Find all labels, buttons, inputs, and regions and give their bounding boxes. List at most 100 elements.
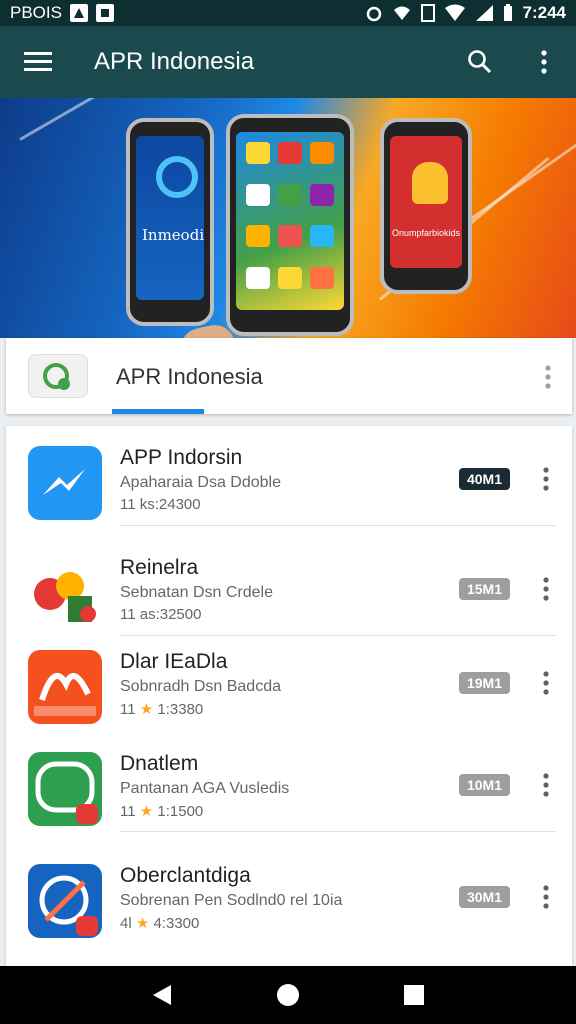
list-item[interactable]: APP Indorsin Apaharaia Dsa Ddoble 11 ks:… xyxy=(6,426,572,526)
game-art-icon xyxy=(34,572,96,622)
app-grid-icon xyxy=(278,225,302,247)
divider xyxy=(120,525,556,526)
chat-bubble-icon xyxy=(43,363,70,390)
page-title: APR Indonesia xyxy=(94,48,255,75)
app-grid-icon xyxy=(246,225,270,247)
recents-icon[interactable] xyxy=(403,984,425,1006)
system-nav-bar xyxy=(0,966,576,1024)
promo-banner[interactable]: Inmeodie Onumpfarbiokids xyxy=(0,98,576,338)
phone-right-text: Onumpfarbiokids xyxy=(392,228,461,238)
app-subtitle: Sobrenan Pen Sodlnd0 rel 10ia xyxy=(120,892,343,909)
menu-icon xyxy=(24,52,52,71)
clock: 7:244 xyxy=(522,3,566,22)
status-left: PBOIS xyxy=(10,3,114,23)
aitc-logo-icon xyxy=(35,761,98,824)
item-more-button[interactable] xyxy=(542,466,550,497)
developer-name: APR Indonesia xyxy=(116,364,263,389)
alarm-icon xyxy=(366,6,381,22)
star-icon: ★ xyxy=(135,915,150,932)
app-grid-icon xyxy=(278,183,302,206)
more-vert-icon xyxy=(543,671,549,695)
banner-phone-right: Onumpfarbiokids xyxy=(380,118,472,294)
status-right: 7:244 xyxy=(365,3,566,23)
developer-logo-icon xyxy=(28,354,88,398)
notification-icon xyxy=(95,4,114,22)
search-icon xyxy=(468,50,492,74)
list-item[interactable]: Oberclantdiga Sobrenan Pen Sodlnd0 rel 1… xyxy=(6,844,572,944)
more-vert-icon xyxy=(543,467,549,491)
tools-icon xyxy=(28,864,102,938)
signal-icon xyxy=(444,4,465,21)
list-item[interactable]: Dnatlem Pantanan AGA Vusledis 11 ★ 1:150… xyxy=(6,732,572,832)
app-grid-icon xyxy=(310,183,334,206)
app-title: Dlar IEaDla xyxy=(120,650,228,673)
phone-screen xyxy=(236,132,344,310)
app-meta: 11 ★ 1:3380 xyxy=(120,701,204,718)
app-grid-icon xyxy=(246,266,270,289)
developer-more-button[interactable] xyxy=(544,364,552,395)
lightning-icon xyxy=(43,469,85,495)
size-badge: 15M1 xyxy=(458,578,510,600)
app-subtitle: Apaharaia Dsa Ddoble xyxy=(120,474,281,491)
phone-screen: Onumpfarbiokids xyxy=(390,136,462,268)
item-more-button[interactable] xyxy=(542,670,550,701)
search-button[interactable] xyxy=(448,26,512,98)
star-icon: ★ xyxy=(139,803,154,820)
app-grid-icon xyxy=(278,266,302,289)
banner-phone-center xyxy=(226,114,354,336)
item-more-button[interactable] xyxy=(542,772,550,803)
menu-button[interactable] xyxy=(0,26,76,98)
android-icon xyxy=(412,162,448,204)
app-grid-icon xyxy=(246,142,270,164)
overflow-menu-button[interactable] xyxy=(512,26,576,98)
home-icon[interactable] xyxy=(275,982,301,1008)
item-more-button[interactable] xyxy=(542,884,550,915)
app-subtitle: Pantanan AGA Vusledis xyxy=(120,780,290,797)
more-vert-icon xyxy=(543,885,549,909)
size-badge: 19M1 xyxy=(458,672,510,694)
more-vert-icon xyxy=(543,773,549,797)
game-icon xyxy=(28,556,102,630)
sim-icon xyxy=(420,4,435,22)
app-meta: 11 ks:24300 xyxy=(120,496,201,513)
phone-left-text: Inmeodie xyxy=(142,226,204,244)
app-subtitle: Sobnradh Dsn Badcda xyxy=(120,678,281,695)
app-toolbar: APR Indonesia xyxy=(0,26,576,98)
list-item[interactable]: Dlar IEaDla Sobnradh Dsn Badcda 11 ★ 1:3… xyxy=(6,630,572,730)
list-item[interactable]: Reinelra Sebnatan Dsn Crdele 11 as:32500… xyxy=(6,536,572,636)
size-badge: 40M1 xyxy=(458,468,510,490)
size-badge: 30M1 xyxy=(458,886,510,908)
brand-icon xyxy=(28,650,102,724)
status-bar: PBOIS 7:244 xyxy=(0,0,576,26)
app-grid-icon xyxy=(310,225,334,247)
size-badge: 10M1 xyxy=(458,774,510,796)
app-grid-icon xyxy=(278,142,302,164)
wifi-icon xyxy=(393,6,410,20)
app-grid-icon xyxy=(310,142,334,164)
app-title: Reinelra xyxy=(120,556,199,579)
divider xyxy=(120,831,556,832)
app-subtitle: Sebnatan Dsn Crdele xyxy=(120,584,273,601)
active-tab-indicator xyxy=(112,409,204,414)
banner-streak xyxy=(469,126,576,221)
app-meta: 11 ★ 1:1500 xyxy=(120,803,204,820)
brand-logo-icon xyxy=(34,673,96,716)
notification-icon xyxy=(69,4,88,22)
search-logo-icon xyxy=(156,156,198,198)
signal-icon xyxy=(475,5,493,21)
app-title: Oberclantdiga xyxy=(120,864,251,887)
status-left-text: PBOIS xyxy=(10,3,62,22)
app-grid-icon xyxy=(246,183,270,206)
developer-card[interactable]: APR Indonesia xyxy=(6,338,572,414)
item-more-button[interactable] xyxy=(542,576,550,607)
banner-phone-left: Inmeodie xyxy=(126,118,214,326)
messenger-icon xyxy=(28,446,102,520)
aitc-icon xyxy=(28,752,102,826)
more-vert-icon xyxy=(543,577,549,601)
phone-screen: Inmeodie xyxy=(136,136,204,300)
tools-logo-icon xyxy=(39,875,98,936)
app-title: Dnatlem xyxy=(120,752,199,775)
back-icon[interactable] xyxy=(151,983,173,1007)
more-vert-icon xyxy=(545,365,551,389)
star-icon: ★ xyxy=(139,701,154,718)
